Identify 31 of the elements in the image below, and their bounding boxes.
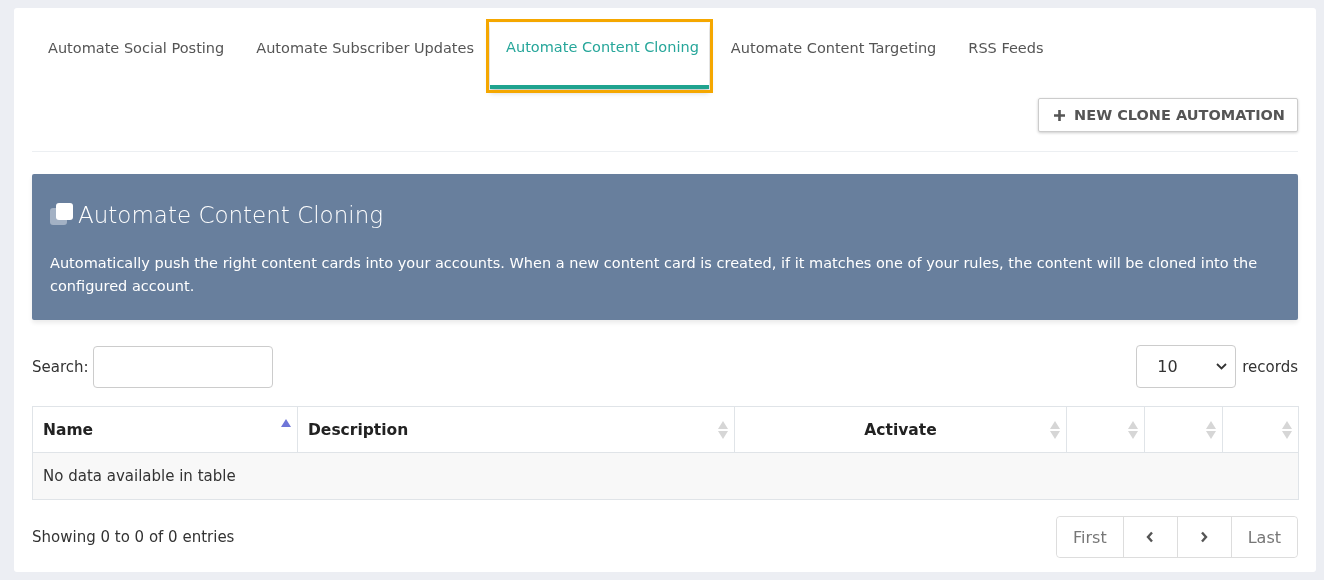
column-header[interactable]: Name bbox=[32, 406, 298, 453]
plus-icon bbox=[1053, 108, 1067, 122]
banner-title: Automate Content Cloning bbox=[78, 202, 384, 228]
records-label: records bbox=[1242, 357, 1298, 376]
chevron-down-icon bbox=[1216, 363, 1228, 370]
sort-icon bbox=[1128, 421, 1138, 439]
page-size-select[interactable]: 10 bbox=[1136, 345, 1237, 388]
column-header[interactable]: Description bbox=[297, 406, 735, 453]
clone-icon bbox=[50, 203, 74, 227]
tab[interactable]: Automate Content Targeting bbox=[714, 24, 947, 90]
tab[interactable]: RSS Feeds bbox=[952, 24, 1054, 90]
pagination-button[interactable]: Last bbox=[1230, 517, 1297, 557]
chevron-left-icon bbox=[1146, 531, 1155, 543]
sort-ascending-icon bbox=[281, 419, 291, 427]
sort-icon bbox=[1282, 421, 1292, 439]
banner-description: Automatically push the right content cards into your accounts. When a new content card is created, if it matches one of your rules, the content will be cloned into the configured account. bbox=[50, 254, 1259, 296]
column-header[interactable] bbox=[1066, 406, 1145, 453]
column-header[interactable]: Activate bbox=[734, 406, 1067, 453]
sort-icon bbox=[1050, 421, 1060, 439]
sort-icon bbox=[718, 421, 728, 439]
tab[interactable]: Automate Social Posting bbox=[32, 24, 235, 90]
column-header[interactable] bbox=[1222, 406, 1299, 453]
chevron-right-icon bbox=[1200, 531, 1209, 543]
new-clone-automation-button[interactable]: NEW CLONE AUTOMATION bbox=[1038, 98, 1298, 132]
sort-icon bbox=[1206, 421, 1216, 439]
empty-table-message: No data available in table bbox=[32, 452, 1299, 500]
column-header[interactable] bbox=[1144, 406, 1223, 453]
entries-info: Showing 0 to 0 of 0 entries bbox=[32, 528, 235, 546]
search-label: Search: bbox=[32, 357, 89, 376]
tab[interactable]: Automate Subscriber Updates bbox=[240, 24, 485, 90]
search-field[interactable] bbox=[92, 345, 273, 388]
